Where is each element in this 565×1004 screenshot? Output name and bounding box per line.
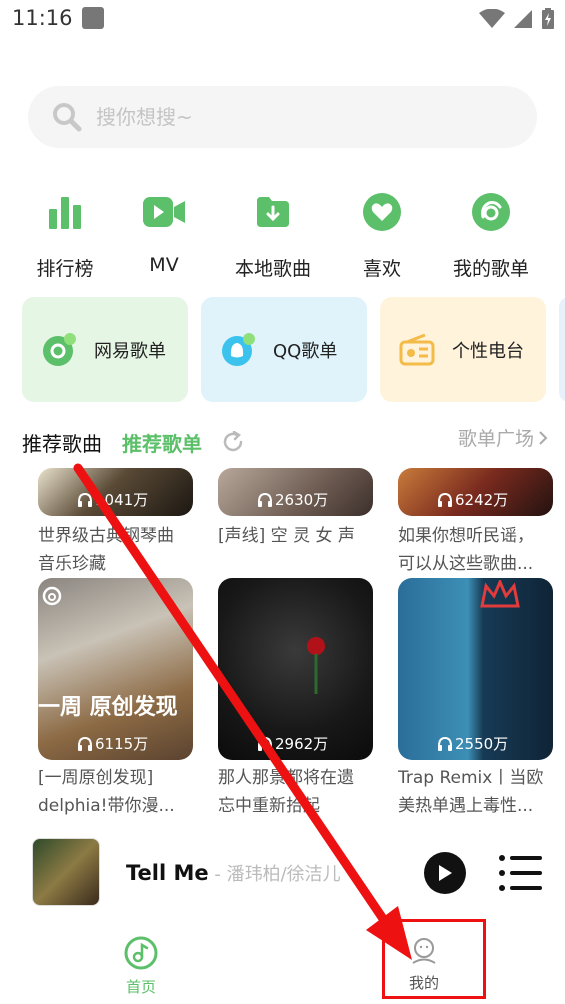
user-icon [412, 938, 436, 964]
playlist-title-line: 如果你想听民谣， [398, 526, 534, 546]
card-radio[interactable]: 个性电台 [380, 297, 546, 402]
card-qq[interactable]: QQ歌单 [201, 297, 367, 402]
qq-penguin-icon [219, 331, 257, 369]
playlist-grid: 1041万 世界级古典钢琴曲 音乐珍藏 2630万 [声线] 空 灵 女 声 6… [0, 468, 565, 820]
playlist-title-line: Trap Remix丨当欧 [398, 768, 544, 788]
notification-app-icon [82, 7, 104, 29]
search-bar[interactable] [28, 86, 537, 148]
wifi-icon [479, 9, 505, 28]
playlist-card[interactable]: 1041万 世界级古典钢琴曲 音乐珍藏 [38, 468, 193, 574]
headphones-icon [258, 492, 272, 507]
now-playing-text: Tell Me - 潘玮柏/徐洁儿 [126, 860, 341, 886]
play-count: 2550万 [438, 733, 508, 754]
headphones-icon [438, 736, 452, 751]
download-folder-icon [257, 190, 289, 234]
card-partial[interactable] [559, 297, 565, 402]
playlist-cover: 2962万 [218, 578, 373, 760]
song-artist: - 潘玮柏/徐洁儿 [208, 864, 341, 885]
cover-caption: 一周 原创发现 [38, 695, 178, 720]
headphones-icon [78, 492, 92, 507]
card-label: 网易歌单 [94, 340, 166, 362]
playlist-title-line: 那人那景都将在遗 [218, 768, 354, 788]
playlist-cover: 6242万 [398, 468, 553, 516]
playlist-card[interactable]: 一周 原创发现 6115万 [一周原创发现] delphia!带你漫... [38, 578, 193, 820]
play-count: 2630万 [258, 489, 328, 510]
play-count: 1041万 [78, 489, 148, 510]
radio-icon [398, 331, 436, 369]
playlist-title-line: 可以从这些歌曲... [398, 554, 534, 574]
shortcut-mv[interactable]: MV [109, 190, 219, 276]
playlist-title-line: 世界级古典钢琴曲 [38, 526, 174, 546]
playlist-cover: 一周 原创发现 6115万 [38, 578, 193, 760]
search-input[interactable] [96, 105, 476, 129]
status-time: 11:16 [12, 6, 73, 30]
rose-icon [307, 637, 325, 694]
shortcut-local-songs[interactable]: 本地歌曲 [218, 190, 328, 281]
album-art[interactable] [32, 838, 100, 906]
headphones-icon [78, 736, 92, 751]
chart-bars-icon [48, 190, 82, 234]
shortcut-ranking[interactable]: 排行榜 [10, 190, 120, 281]
shortcut-label: MV [149, 254, 179, 276]
headphones-icon [438, 492, 452, 507]
play-count: 6115万 [78, 733, 148, 754]
nav-mine[interactable]: 我的 [369, 936, 479, 993]
shortcut-favorites[interactable]: 喜欢 [327, 190, 437, 281]
play-count: 2962万 [258, 733, 328, 754]
playlist-card[interactable]: 6242万 如果你想听民谣， 可以从这些歌曲... [398, 468, 553, 574]
more-label: 歌单广场 [457, 428, 534, 450]
song-title: Tell Me [126, 861, 209, 885]
playlist-title-line: 忘中重新拾起 [218, 796, 320, 816]
playlist-queue-icon[interactable] [498, 852, 544, 894]
refresh-icon[interactable] [222, 431, 244, 453]
status-icons [479, 6, 555, 32]
playlist-title-line: 美热单遇上毒性... [398, 796, 534, 816]
netease-music-icon [40, 331, 78, 369]
playlist-cover: 1041万 [38, 468, 193, 516]
tab-recommended-songs[interactable]: 推荐歌曲 [22, 428, 102, 457]
playlist-title-line: [一周原创发现] [38, 768, 154, 788]
bottom-nav: 首页 我的 [0, 918, 565, 1004]
playlist-card[interactable]: 2550万 Trap Remix丨当欧 美热单遇上毒性... [398, 578, 553, 820]
play-count: 6242万 [438, 489, 508, 510]
disc-icon [42, 586, 62, 606]
nav-label: 首页 [125, 978, 156, 996]
shortcut-label: 我的歌单 [452, 258, 529, 280]
status-bar: 11:16 [0, 0, 565, 40]
playlist-card[interactable]: 2962万 那人那景都将在遗 忘中重新拾起 [218, 578, 373, 820]
playlist-title-line: [声线] 空 灵 女 声 [218, 526, 355, 546]
signal-icon [514, 10, 532, 28]
shortcut-label: 排行榜 [36, 258, 94, 280]
play-icon [439, 865, 452, 881]
nav-label: 我的 [408, 974, 439, 992]
playlist-cover: 2550万 [398, 578, 553, 760]
playlist-title-line: delphia!带你漫... [38, 796, 175, 816]
shortcut-my-playlists[interactable]: 我的歌单 [436, 190, 546, 281]
shortcut-row: 排行榜 MV 本地歌曲 喜欢 我的歌单 [0, 190, 565, 282]
recommend-header: 推荐歌曲 推荐歌单 歌单广场 [22, 424, 552, 460]
mini-player[interactable]: Tell Me - 潘玮柏/徐洁儿 [0, 830, 565, 918]
source-card-row: 网易歌单 QQ歌单 个性电台 [22, 297, 565, 402]
tab-recommended-playlists[interactable]: 推荐歌单 [122, 428, 202, 457]
music-disc-icon [124, 936, 158, 970]
shortcut-label: 喜欢 [362, 258, 401, 280]
shortcut-label: 本地歌曲 [234, 258, 311, 280]
playlist-cover: 2630万 [218, 468, 373, 516]
video-camera-icon [143, 190, 185, 234]
playlist-square-link[interactable]: 歌单广场 [458, 424, 548, 451]
playlist-card[interactable]: 2630万 [声线] 空 灵 女 声 [218, 468, 373, 568]
card-netease[interactable]: 网易歌单 [22, 297, 188, 402]
search-icon [53, 103, 82, 132]
battery-icon [542, 8, 554, 29]
disc-icon [472, 190, 510, 234]
card-label: 个性电台 [452, 340, 524, 362]
headphones-icon [258, 736, 272, 751]
card-label: QQ歌单 [273, 340, 338, 362]
crown-icon [480, 580, 520, 608]
play-button[interactable] [424, 852, 466, 894]
heart-icon [363, 190, 401, 234]
nav-home[interactable]: 首页 [86, 936, 196, 997]
chevron-right-icon [539, 430, 548, 445]
playlist-title-line: 音乐珍藏 [38, 554, 106, 574]
